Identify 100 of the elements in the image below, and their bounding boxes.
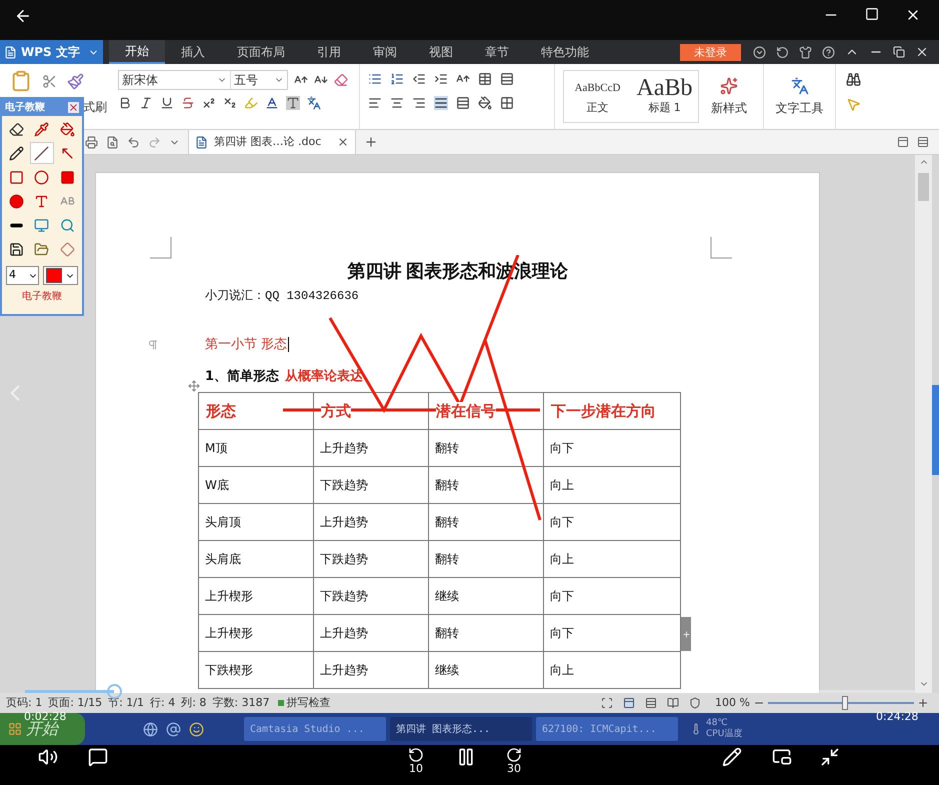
style-option[interactable]: AaBbCcD 正文 <box>564 71 631 122</box>
increase-indent-icon[interactable] <box>434 72 448 86</box>
exit-fullscreen-icon[interactable] <box>820 747 840 767</box>
decrease-indent-icon[interactable] <box>412 72 426 86</box>
print-icon[interactable] <box>85 136 98 148</box>
volume-icon[interactable] <box>38 747 58 767</box>
skip-forward-button[interactable]: 30 <box>506 747 522 774</box>
pen-tool[interactable] <box>30 142 54 164</box>
close-icon[interactable] <box>915 45 929 59</box>
spell-check-status[interactable]: 拼写检查 <box>278 694 331 712</box>
pen-color-select[interactable] <box>42 266 78 285</box>
web-view-icon[interactable] <box>667 697 680 709</box>
table-cell: 头肩顶 <box>198 504 314 540</box>
new-tab-icon[interactable] <box>364 135 378 149</box>
zoom-in-icon[interactable] <box>917 697 929 709</box>
vertical-scrollbar[interactable] <box>915 155 932 693</box>
layout-icon[interactable] <box>897 136 909 148</box>
taskbar-button[interactable]: 第四讲 图表形态... <box>390 717 532 741</box>
line-width-select[interactable]: 4 <box>6 266 39 285</box>
email-icon[interactable] <box>166 722 181 736</box>
ribbon-tab[interactable]: 插入 <box>165 40 221 64</box>
binoculars-icon[interactable] <box>846 72 861 87</box>
column-header: 潜在信号 <box>436 402 496 420</box>
borders-icon[interactable] <box>500 96 514 110</box>
scroll-thumb[interactable] <box>918 173 929 201</box>
restore-icon[interactable] <box>893 46 905 58</box>
add-row-handle[interactable] <box>681 617 691 651</box>
table-cell: 继续 <box>428 652 544 688</box>
font-color-icon[interactable] <box>265 96 279 110</box>
ribbon-tab[interactable]: 页面布局 <box>221 40 301 64</box>
progress-thumb[interactable] <box>107 684 122 699</box>
bullet-list-icon[interactable] <box>368 72 382 86</box>
refresh-icon[interactable] <box>776 46 789 58</box>
format-painter-label[interactable]: 式刷 <box>83 98 110 116</box>
numbered-list-icon[interactable] <box>390 72 404 86</box>
ribbon-tab[interactable]: 特色功能 <box>525 40 605 64</box>
help-icon[interactable] <box>822 46 835 58</box>
format-painter-icon[interactable] <box>67 72 84 90</box>
maximize-icon[interactable] <box>865 7 879 21</box>
text-tool-icon <box>34 194 50 208</box>
section-heading: 第一小节 形态 <box>205 336 288 354</box>
ribbon-tab[interactable]: 章节 <box>469 40 525 64</box>
undo-icon[interactable] <box>127 136 140 148</box>
clear-format-icon[interactable] <box>334 73 348 87</box>
ribbon-tab[interactable]: 开始 <box>109 40 165 64</box>
table-icon[interactable] <box>478 72 492 86</box>
strikethrough-icon[interactable] <box>181 96 195 110</box>
style-option[interactable]: AaBb 标题 1 <box>631 71 698 122</box>
browser-icon[interactable] <box>143 722 158 736</box>
download-icon[interactable] <box>753 46 766 58</box>
italic-icon[interactable] <box>139 96 153 110</box>
close-icon[interactable] <box>337 136 350 148</box>
superscript-icon[interactable] <box>202 96 216 110</box>
tray-text: CPU温度 <box>706 729 742 740</box>
ribbon-tab[interactable]: 审阅 <box>357 40 413 64</box>
table-cell: 上升楔形 <box>198 578 314 614</box>
underline-icon[interactable] <box>160 96 174 110</box>
subscript-icon[interactable] <box>223 96 237 110</box>
status-item: 行: 4 <box>149 694 176 711</box>
skip-back-button[interactable]: 10 <box>408 747 424 774</box>
text-tools-button[interactable]: 文字工具 <box>763 64 835 129</box>
outline-view-icon[interactable] <box>645 697 658 709</box>
shirt-icon[interactable] <box>799 46 812 58</box>
protect-view-icon[interactable] <box>689 697 702 709</box>
plus-icon <box>682 630 690 638</box>
document-tab[interactable]: 第四讲 图表…论 .doc <box>188 130 356 154</box>
progress-track[interactable] <box>25 690 915 693</box>
character-shading-icon[interactable] <box>286 96 300 110</box>
app-menu-button[interactable]: WPS 文字 <box>0 40 103 64</box>
table-cell: 下跌楔形 <box>198 652 314 688</box>
dropper-icon <box>34 122 50 136</box>
phonetic-guide-icon[interactable] <box>307 96 321 110</box>
align-center-icon[interactable] <box>390 96 404 110</box>
status-item: 字数: 3187 <box>211 694 270 711</box>
page-view-icon[interactable] <box>623 697 636 709</box>
shading-icon[interactable] <box>478 96 492 110</box>
status-item: 页码: 1 <box>5 694 42 711</box>
chat-icon[interactable] <box>189 722 204 736</box>
justify-icon[interactable] <box>434 96 448 110</box>
document-icon <box>195 136 208 148</box>
mini-player-icon[interactable] <box>772 747 792 767</box>
logo-icon <box>4 46 17 58</box>
zoom-slider-thumb[interactable] <box>842 696 848 710</box>
captions-icon[interactable] <box>88 747 108 767</box>
zoom-slider[interactable] <box>768 696 914 710</box>
paint-bucket-icon <box>60 122 75 136</box>
print-preview-icon[interactable] <box>106 136 119 148</box>
table-move-handle-icon[interactable] <box>188 380 200 392</box>
pencil-icon[interactable] <box>722 747 742 767</box>
new-style-button[interactable]: 新样式 <box>699 64 759 129</box>
bold-icon[interactable] <box>118 96 132 110</box>
scissors-icon[interactable] <box>42 74 57 88</box>
full-screen-view-icon[interactable] <box>601 697 614 709</box>
subsection-note: 从概率论表达 <box>285 368 364 386</box>
align-left-icon[interactable] <box>368 96 382 110</box>
align-right-icon[interactable] <box>412 96 426 110</box>
ribbon-tab[interactable]: 引用 <box>301 40 357 64</box>
ribbon-tab[interactable]: 视图 <box>413 40 469 64</box>
distribute-icon[interactable] <box>456 96 470 110</box>
magnifier-icon <box>60 218 75 232</box>
